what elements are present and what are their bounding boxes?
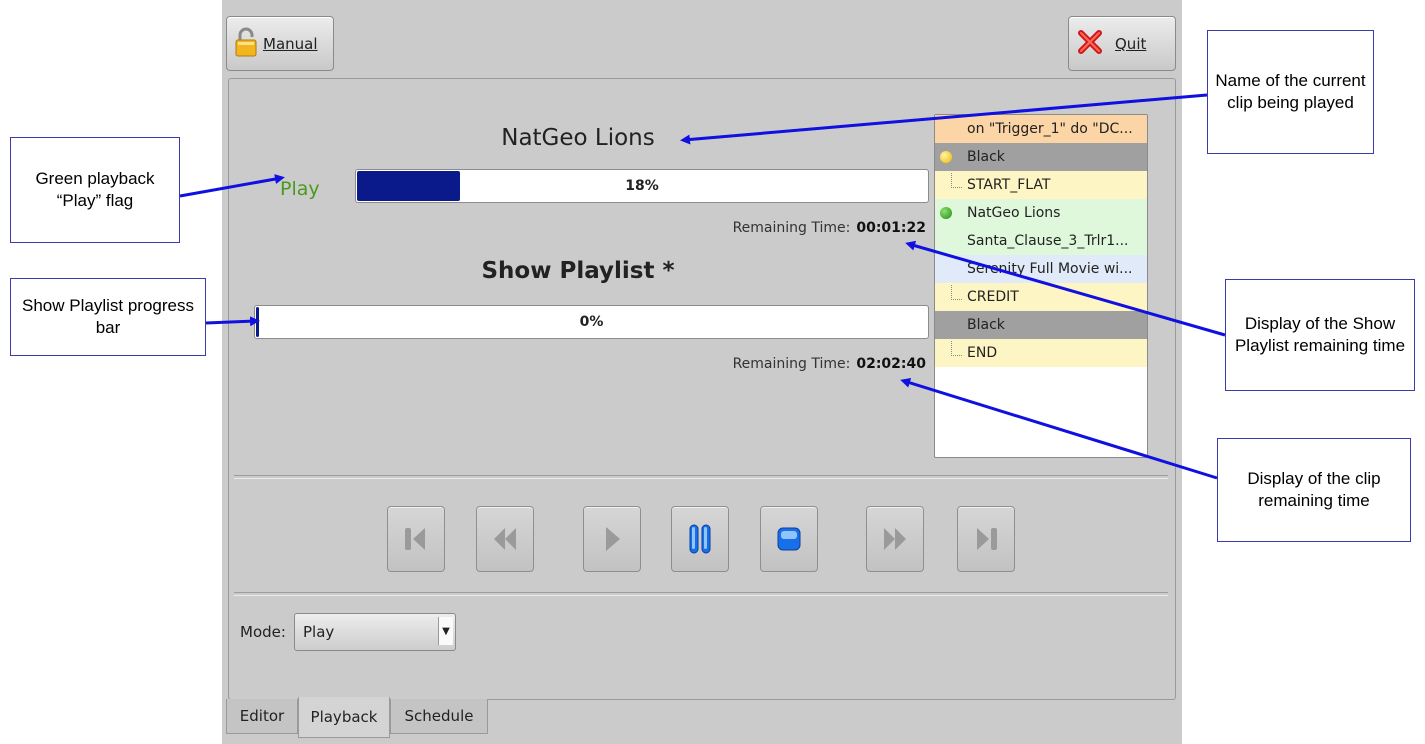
annotation-arrows [179,93,1226,480]
arrow-current-clip [680,93,1208,145]
arrow-playlist-bar [205,316,260,327]
arrow-play-flag [179,174,285,198]
arrow-clip-remaining [900,378,1218,480]
arrow-playlist-remaining [905,240,1226,337]
